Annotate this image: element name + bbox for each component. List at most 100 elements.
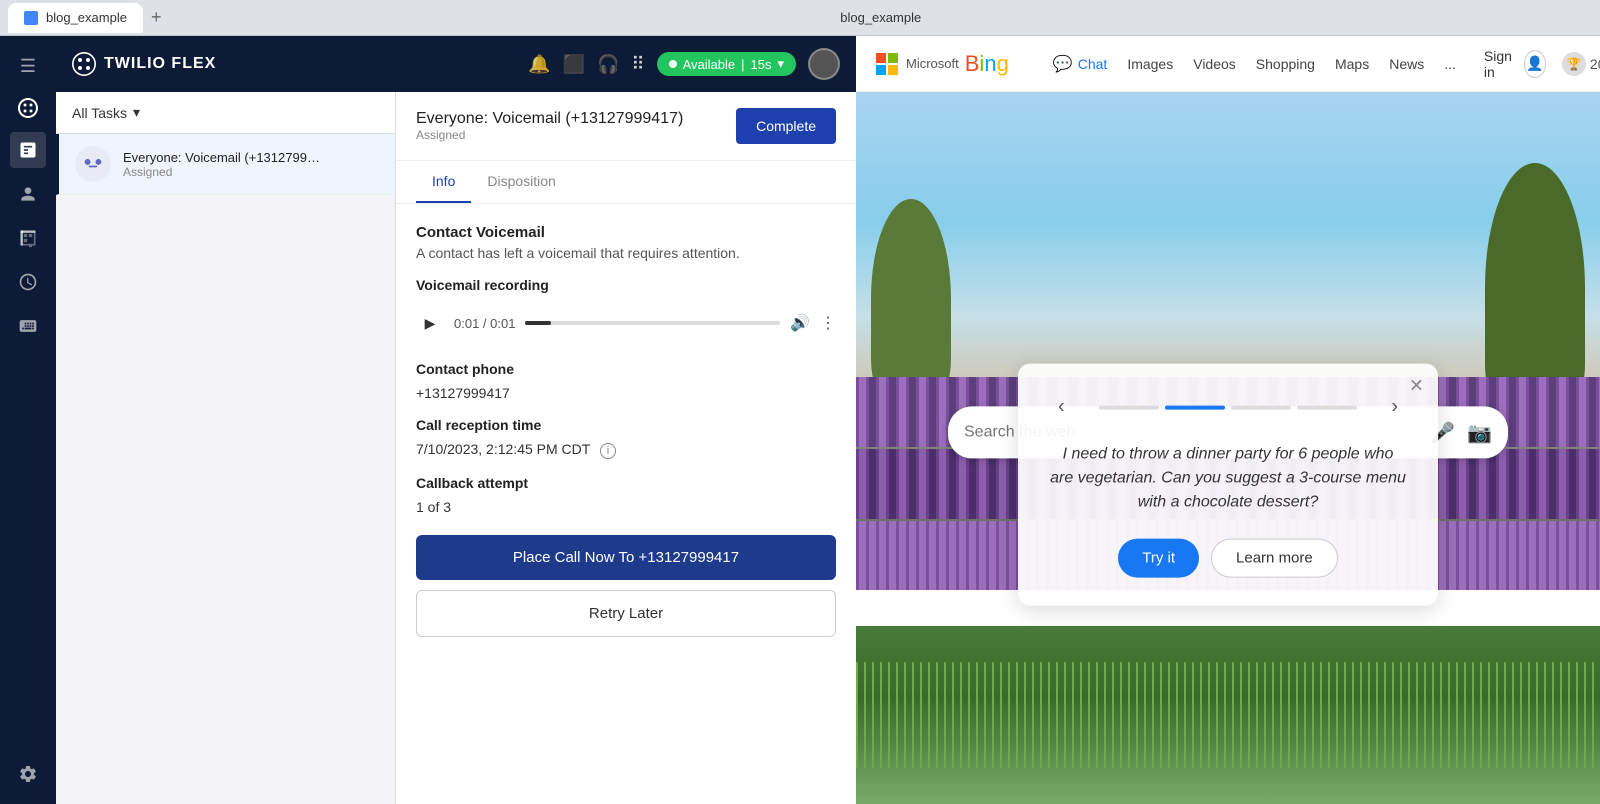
volume-button[interactable]: 🔊 bbox=[790, 313, 810, 333]
app-container: ☰ bbox=[0, 36, 1600, 804]
suggestion-dot-1 bbox=[1099, 405, 1159, 409]
bing-nav-maps[interactable]: Maps bbox=[1327, 50, 1377, 78]
bing-hero: 🎤 📷 ✕ ‹ › I need bbox=[856, 92, 1600, 804]
bing-g: g bbox=[997, 51, 1009, 76]
bing-nav-images[interactable]: Images bbox=[1119, 50, 1181, 78]
audio-progress-fill bbox=[525, 321, 550, 325]
bing-label: Bing bbox=[965, 51, 1009, 77]
status-chevron: ▾ bbox=[777, 56, 784, 72]
bing-n: n bbox=[984, 51, 996, 76]
audio-more-button[interactable]: ⋮ bbox=[820, 313, 836, 333]
flex-topbar-right: 🔔 ⬛ 🎧 ⠿ Available | 15s ▾ bbox=[528, 48, 840, 80]
user-avatar[interactable] bbox=[808, 48, 840, 80]
status-timer: 15s bbox=[751, 57, 772, 72]
browser-tab-favicon bbox=[24, 11, 38, 25]
twilio-logo-svg bbox=[72, 52, 96, 76]
bing-panel: Microsoft Bing 💬 Chat Images Videos Shop… bbox=[856, 36, 1600, 804]
detail-header-info: Everyone: Voicemail (+13127999417) Assig… bbox=[416, 110, 683, 142]
call-reception-label: Call reception time bbox=[416, 417, 836, 433]
callback-attempt-value: 1 of 3 bbox=[416, 499, 836, 515]
bing-nav-shopping[interactable]: Shopping bbox=[1248, 50, 1323, 78]
microsoft-label: Microsoft bbox=[906, 56, 959, 71]
sign-in-avatar-icon: 👤 bbox=[1524, 50, 1546, 78]
bing-nav-videos[interactable]: Videos bbox=[1185, 50, 1244, 78]
play-button[interactable]: ▶ bbox=[416, 309, 444, 337]
suggestion-dot-3 bbox=[1231, 405, 1291, 409]
bing-logo: Microsoft Bing bbox=[876, 51, 1009, 77]
contact-phone-label: Contact phone bbox=[416, 361, 836, 377]
task-voicemail-icon bbox=[75, 146, 111, 182]
bing-navbar: Microsoft Bing 💬 Chat Images Videos Shop… bbox=[856, 36, 1600, 92]
browser-tab-title: blog_example bbox=[46, 10, 127, 25]
bing-nav-right: Sign in 👤 🏆 200 ≡ bbox=[1484, 48, 1600, 80]
tree-right bbox=[1485, 163, 1585, 413]
bing-nav-chat[interactable]: 💬 Chat bbox=[1045, 50, 1116, 78]
retry-later-button[interactable]: Retry Later bbox=[416, 590, 836, 637]
task-list-header: All Tasks ▾ bbox=[56, 92, 395, 134]
points-badge: 🏆 200 bbox=[1562, 52, 1600, 76]
notification-icon[interactable]: 🔔 bbox=[528, 54, 550, 75]
sidebar-settings-icon[interactable] bbox=[10, 756, 46, 792]
bing-search-icons: 🎤 📷 bbox=[1430, 420, 1492, 445]
all-tasks-button[interactable]: All Tasks ▾ bbox=[72, 104, 379, 121]
call-reception-info-icon[interactable]: i bbox=[600, 443, 616, 459]
flex-logo-text: TWILIO FLEX bbox=[104, 55, 216, 73]
tree-left bbox=[871, 199, 951, 399]
suggestion-buttons: Try it Learn more bbox=[1050, 539, 1406, 578]
sidebar-clock-icon[interactable] bbox=[10, 264, 46, 300]
suggestion-next-button[interactable]: › bbox=[1383, 392, 1406, 423]
audio-time: 0:01 / 0:01 bbox=[454, 316, 515, 331]
detail-title: Everyone: Voicemail (+13127999417) bbox=[416, 110, 683, 128]
sidebar-tasks-icon[interactable] bbox=[10, 132, 46, 168]
suggestion-nav: ‹ › bbox=[1050, 392, 1406, 423]
bing-suggestion-card: ✕ ‹ › I need to throw a dinner party for… bbox=[1018, 364, 1438, 606]
suggestion-prev-button[interactable]: ‹ bbox=[1050, 392, 1073, 423]
sidebar-table-icon[interactable] bbox=[10, 220, 46, 256]
bing-nav-more[interactable]: ... bbox=[1436, 50, 1464, 78]
grid-icon[interactable]: ⠿ bbox=[631, 54, 644, 75]
place-call-button[interactable]: Place Call Now To +13127999417 bbox=[416, 535, 836, 580]
flex-logo: TWILIO FLEX bbox=[72, 52, 216, 76]
microsoft-logo-icon bbox=[876, 53, 898, 75]
call-reception-value: 7/10/2023, 2:12:45 PM CDT i bbox=[416, 441, 836, 459]
suggestion-dots bbox=[1073, 405, 1384, 409]
sidebar-keyboard-icon[interactable] bbox=[10, 308, 46, 344]
detail-body: Contact Voicemail A contact has left a v… bbox=[396, 204, 856, 804]
sidebar-menu-icon[interactable]: ☰ bbox=[10, 48, 46, 84]
grass-detail bbox=[856, 662, 1600, 769]
complete-button[interactable]: Complete bbox=[736, 108, 836, 144]
chat-bubble-icon: 💬 bbox=[1053, 54, 1073, 74]
task-name: Everyone: Voicemail (+13127999... bbox=[123, 150, 323, 165]
audio-progress-track[interactable] bbox=[525, 321, 780, 325]
try-it-button[interactable]: Try it bbox=[1118, 539, 1199, 578]
detail-subtitle: Assigned bbox=[416, 128, 683, 142]
flex-main-panel: TWILIO FLEX 🔔 ⬛ 🎧 ⠿ Available | 15s ▾ bbox=[56, 36, 856, 804]
status-badge[interactable]: Available | 15s ▾ bbox=[657, 52, 796, 76]
points-icon: 🏆 bbox=[1562, 52, 1586, 76]
card-close-button[interactable]: ✕ bbox=[1409, 376, 1424, 397]
detail-tabs: Info Disposition bbox=[396, 161, 856, 204]
suggestion-dot-2 bbox=[1165, 405, 1225, 409]
task-item[interactable]: Everyone: Voicemail (+13127999... Assign… bbox=[56, 134, 395, 195]
all-tasks-label: All Tasks bbox=[72, 105, 127, 121]
debug-icon[interactable]: ⬛ bbox=[563, 54, 585, 75]
tab-disposition[interactable]: Disposition bbox=[471, 161, 571, 203]
browser-chrome: blog_example + blog_example bbox=[0, 0, 1600, 36]
bing-b: B bbox=[965, 51, 980, 76]
contact-voicemail-title: Contact Voicemail bbox=[416, 224, 836, 241]
detail-panel: Everyone: Voicemail (+13127999417) Assig… bbox=[396, 92, 856, 804]
status-label: Available bbox=[683, 57, 736, 72]
browser-tab[interactable]: blog_example bbox=[8, 3, 143, 33]
headset-icon[interactable]: 🎧 bbox=[597, 54, 619, 75]
learn-more-button[interactable]: Learn more bbox=[1211, 539, 1338, 578]
sidebar-person-icon[interactable] bbox=[10, 176, 46, 212]
detail-header: Everyone: Voicemail (+13127999417) Assig… bbox=[396, 92, 856, 161]
tab-info[interactable]: Info bbox=[416, 161, 471, 203]
visual-search-button[interactable]: 📷 bbox=[1467, 420, 1492, 445]
new-tab-button[interactable]: + bbox=[151, 7, 162, 28]
sign-in-button[interactable]: Sign in 👤 bbox=[1484, 48, 1546, 80]
bing-nav-links: 💬 Chat Images Videos Shopping Maps News … bbox=[1045, 50, 1464, 78]
audio-player: ▶ 0:01 / 0:01 🔊 ⋮ bbox=[416, 301, 836, 345]
bing-nav-news[interactable]: News bbox=[1381, 50, 1432, 78]
suggestion-dot-4 bbox=[1297, 405, 1357, 409]
